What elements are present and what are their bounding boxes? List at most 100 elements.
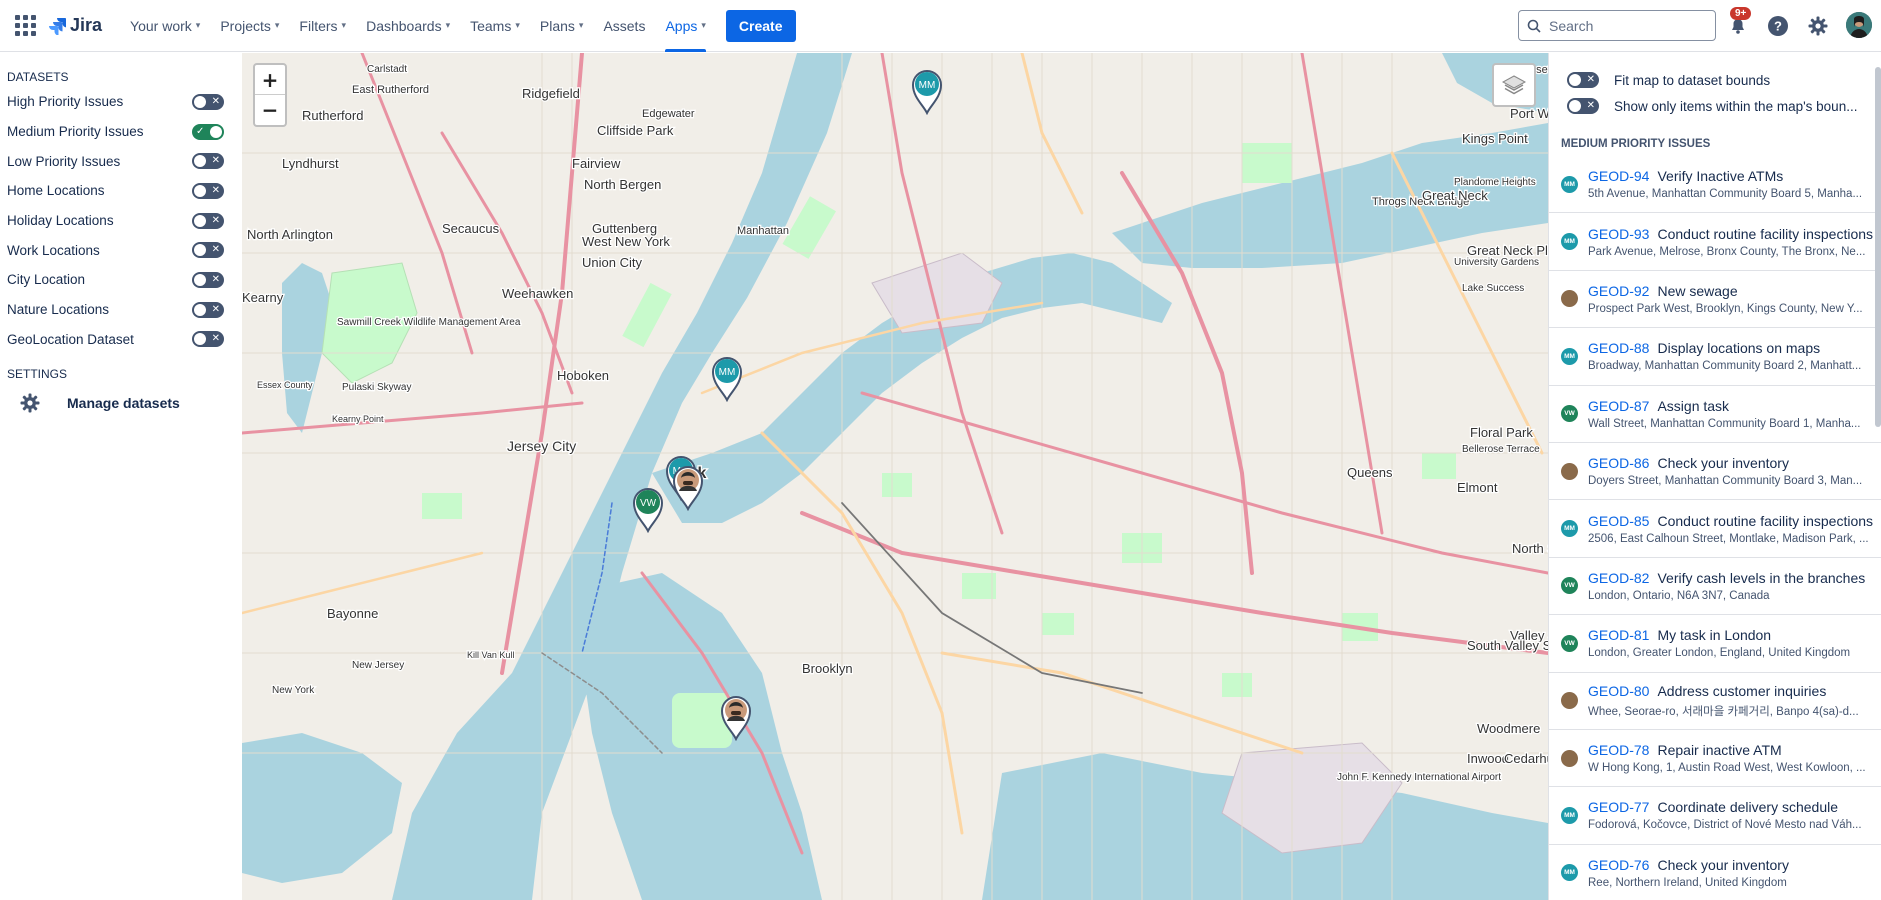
map-label: Essex County bbox=[257, 380, 313, 390]
issue-location: 2506, East Calhoun Street, Montlake, Mad… bbox=[1588, 532, 1869, 545]
issue-location: Fodorová, Kočovce, District of Nové Mest… bbox=[1588, 819, 1862, 832]
assignee-avatar bbox=[1561, 749, 1578, 767]
issue-body: GEOD-85 Conduct routine facility inspecti… bbox=[1588, 513, 1878, 545]
map-label: Bayonne bbox=[327, 606, 378, 621]
issue-summary: New sewage bbox=[1657, 282, 1738, 299]
issue-key-link[interactable]: GEOD-77 bbox=[1588, 799, 1649, 815]
issue-key-link[interactable]: GEOD-85 bbox=[1588, 513, 1649, 529]
dataset-toggle[interactable] bbox=[192, 271, 224, 288]
map-label: Kearny bbox=[242, 290, 284, 305]
map-option-toggle[interactable] bbox=[1567, 72, 1599, 88]
issues-list-title: MEDIUM PRIORITY ISSUES bbox=[1561, 138, 1711, 150]
search-input[interactable] bbox=[1549, 17, 1699, 34]
issue-key-link[interactable]: GEOD-88 bbox=[1588, 340, 1649, 356]
map-option-label: Show only items within the map's boun... bbox=[1614, 98, 1858, 114]
issue-row[interactable]: GEOD-80 Address customer inquiries Whee, S… bbox=[1549, 673, 1881, 730]
nav-item-label: Your work bbox=[130, 17, 192, 34]
dataset-toggle[interactable] bbox=[192, 242, 224, 259]
map-label: Floral Park bbox=[1470, 425, 1533, 440]
layers-button[interactable] bbox=[1492, 63, 1536, 107]
issue-key-link[interactable]: GEOD-94 bbox=[1588, 168, 1649, 184]
map-option-label: Fit map to dataset bounds bbox=[1614, 72, 1771, 88]
issue-location: Doyers Street, Manhattan Community Board… bbox=[1588, 475, 1863, 488]
dataset-toggle[interactable] bbox=[192, 301, 224, 318]
nav-item-teams[interactable]: Teams ▾ bbox=[470, 0, 520, 52]
dataset-toggle[interactable] bbox=[192, 153, 224, 170]
nav-item-your-work[interactable]: Your work ▾ bbox=[130, 0, 200, 52]
settings-title: SETTINGS bbox=[7, 367, 68, 382]
assignee-avatar: VW bbox=[1561, 634, 1578, 652]
issue-body: GEOD-86 Check your inventory Doyers Street… bbox=[1588, 455, 1878, 487]
map-pin-marker[interactable]: MM bbox=[711, 356, 743, 403]
panel-scrollbar[interactable] bbox=[1875, 67, 1881, 427]
datasets-title: DATASETS bbox=[7, 70, 69, 84]
issue-key-link[interactable]: GEOD-81 bbox=[1588, 627, 1649, 643]
issue-row[interactable]: VW GEOD-87 Assign task Wall Street, Manhatt… bbox=[1549, 386, 1881, 443]
help-icon[interactable]: ? bbox=[1765, 13, 1791, 39]
issue-row[interactable]: GEOD-78 Repair inactive ATM W Hong Kong, 1… bbox=[1549, 730, 1881, 788]
zoom-out-button[interactable]: − bbox=[255, 95, 285, 125]
map-pin-marker[interactable] bbox=[720, 695, 752, 742]
map-pin-marker[interactable]: VW bbox=[632, 487, 664, 534]
manage-datasets-button[interactable]: Manage datasets bbox=[0, 385, 242, 421]
app-switcher-icon[interactable] bbox=[14, 15, 36, 37]
dataset-row: GeoLocation Dataset bbox=[0, 325, 242, 355]
dataset-toggle[interactable] bbox=[192, 123, 224, 140]
map-label: Kearny Point bbox=[332, 414, 384, 424]
search-box[interactable] bbox=[1518, 10, 1716, 41]
nav-item-projects[interactable]: Projects ▾ bbox=[220, 0, 279, 52]
issue-body: GEOD-78 Repair inactive ATM W Hong Kong, 1… bbox=[1588, 742, 1878, 774]
map-label: Queens bbox=[1347, 465, 1393, 480]
settings-gear-icon[interactable] bbox=[1805, 13, 1831, 39]
map-label: Port W bbox=[1510, 106, 1548, 121]
create-button[interactable]: Create bbox=[725, 9, 796, 42]
issue-location: Park Avenue, Melrose, Bronx County, The … bbox=[1588, 245, 1866, 258]
issue-row[interactable]: MM GEOD-88 Display locations on maps Broadw… bbox=[1549, 328, 1881, 386]
zoom-in-button[interactable]: + bbox=[255, 65, 285, 95]
user-avatar[interactable] bbox=[1846, 12, 1872, 38]
issue-row[interactable]: MM GEOD-93 Conduct routine facility inspec… bbox=[1549, 213, 1881, 271]
issue-title-line: GEOD-80 Address customer inquiries bbox=[1588, 683, 1878, 699]
nav-item-filters[interactable]: Filters ▾ bbox=[299, 0, 346, 52]
dataset-label: Home Locations bbox=[7, 183, 105, 199]
issue-key-link[interactable]: GEOD-87 bbox=[1588, 398, 1649, 414]
dataset-toggle[interactable] bbox=[192, 212, 224, 229]
map-label: Great Neck bbox=[1422, 188, 1488, 203]
map-view[interactable]: Rutherford Lyndhurst Ridgefield Cliffside P… bbox=[242, 53, 1548, 900]
issue-key-link[interactable]: GEOD-80 bbox=[1588, 683, 1649, 699]
issue-key-link[interactable]: GEOD-78 bbox=[1588, 742, 1649, 758]
issue-key-link[interactable]: GEOD-76 bbox=[1588, 857, 1649, 873]
issue-row[interactable]: MM GEOD-94 Verify Inactive ATMs 5th Avenue,… bbox=[1549, 156, 1881, 214]
issue-row[interactable]: MM GEOD-76 Check your inventory Ree, Northe… bbox=[1549, 845, 1881, 900]
map-label: South Valley Stream bbox=[1467, 638, 1548, 653]
issue-location: Wall Street, Manhattan Community Board 1… bbox=[1588, 417, 1861, 430]
issue-row[interactable]: MM GEOD-77 Coordinate delivery schedule Fod… bbox=[1549, 787, 1881, 845]
issue-row[interactable]: VW GEOD-82 Verify cash levels in the branc… bbox=[1549, 558, 1881, 616]
dataset-toggle[interactable] bbox=[192, 331, 224, 348]
issue-row[interactable]: VW GEOD-81 My task in London London, Greate… bbox=[1549, 615, 1881, 673]
nav-item-plans[interactable]: Plans ▾ bbox=[540, 0, 584, 52]
issue-key-link[interactable]: GEOD-93 bbox=[1588, 226, 1649, 242]
map-pin-marker[interactable]: MM bbox=[911, 69, 943, 116]
issue-title-line: GEOD-81 My task in London bbox=[1588, 627, 1878, 643]
issue-row[interactable]: GEOD-86 Check your inventory Doyers Street… bbox=[1549, 443, 1881, 501]
dataset-toggle[interactable] bbox=[192, 93, 224, 110]
dataset-row: City Location bbox=[0, 265, 242, 295]
issue-key-link[interactable]: GEOD-82 bbox=[1588, 570, 1649, 586]
map-pin-marker[interactable] bbox=[672, 465, 704, 512]
dataset-toggle[interactable] bbox=[192, 182, 224, 199]
nav-item-dashboards[interactable]: Dashboards ▾ bbox=[366, 0, 450, 52]
map-option-toggle[interactable] bbox=[1567, 98, 1599, 114]
issue-row[interactable]: MM GEOD-85 Conduct routine facility inspec… bbox=[1549, 500, 1881, 558]
dataset-row: Holiday Locations bbox=[0, 206, 242, 236]
map-tiles[interactable]: Rutherford Lyndhurst Ridgefield Cliffside P… bbox=[242, 53, 1548, 900]
nav-item-apps[interactable]: Apps ▾ bbox=[665, 0, 707, 52]
issue-key-link[interactable]: GEOD-86 bbox=[1588, 455, 1649, 471]
jira-logo[interactable]: Jira bbox=[48, 15, 102, 36]
issue-row[interactable]: GEOD-92 New sewage Prospect Park West, Bro… bbox=[1549, 271, 1881, 329]
nav-item-assets[interactable]: Assets bbox=[603, 0, 645, 52]
map-label: North Stream bbox=[1512, 541, 1548, 556]
issue-key-link[interactable]: GEOD-92 bbox=[1588, 283, 1649, 299]
map-label: Brooklyn bbox=[802, 661, 853, 676]
issue-title-line: GEOD-82 Verify cash levels in the branche… bbox=[1588, 570, 1878, 586]
